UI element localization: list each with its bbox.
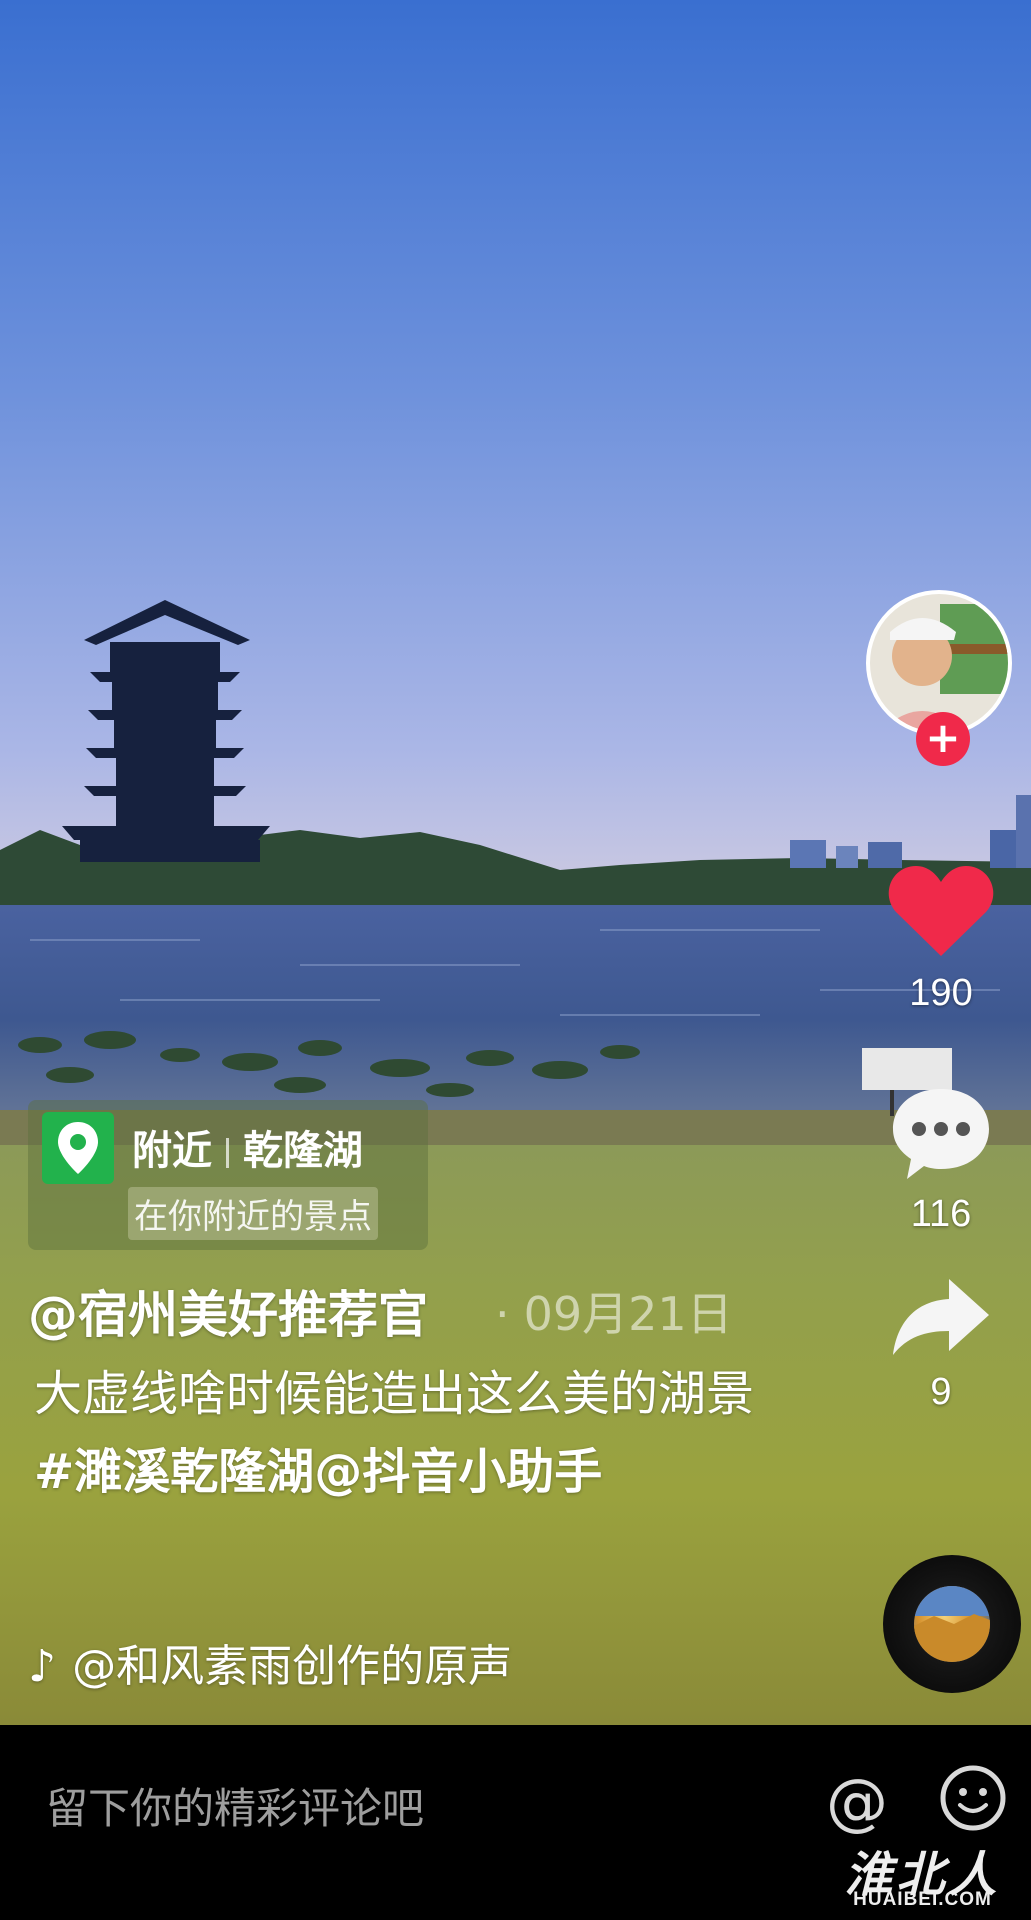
share-count: 9 bbox=[930, 1371, 952, 1413]
like-count: 190 bbox=[909, 972, 973, 1014]
caption-text: 大虚线啥时候能造出这么美的湖景 bbox=[34, 1366, 755, 1422]
site-watermark: 淮北人 HUAIBEI.COM bbox=[820, 1835, 1025, 1915]
poi-tag: 附近 bbox=[132, 1128, 212, 1174]
location-pin-icon bbox=[42, 1112, 114, 1184]
divider bbox=[226, 1138, 229, 1168]
poi-card[interactable]: 附近 乾隆湖 在你附近的景点 bbox=[28, 1100, 428, 1250]
comment-input[interactable]: 留下你的精彩评论吧 bbox=[46, 1775, 424, 1836]
post-date: 09月21日 bbox=[495, 1278, 733, 1344]
poi-title: 附近 乾隆湖 bbox=[132, 1118, 363, 1176]
video-caption: 大虚线啥时候能造出这么美的湖景 #濉溪乾隆湖@抖音小助手 bbox=[34, 1355, 754, 1511]
author-name[interactable]: @宿州美好推荐官 bbox=[28, 1275, 428, 1347]
poi-subtitle: 在你附近的景点 bbox=[128, 1187, 378, 1240]
caption-mention[interactable]: @抖音小助手 bbox=[314, 1444, 602, 1500]
music-note-icon: ♪ bbox=[28, 1641, 57, 1692]
music-disc[interactable] bbox=[883, 1555, 1021, 1693]
share-arrow-icon bbox=[893, 1279, 989, 1355]
watermark-url: HUAIBEI.COM bbox=[853, 1889, 992, 1910]
at-icon[interactable]: @ bbox=[826, 1765, 888, 1838]
music-info[interactable]: ♪ @和风素雨创作的原声 bbox=[28, 1630, 512, 1694]
comment-count: 116 bbox=[910, 1193, 972, 1235]
music-disc-icon bbox=[914, 1586, 990, 1662]
share-button[interactable]: 9 bbox=[866, 1275, 1016, 1414]
emoji-icon[interactable] bbox=[938, 1763, 1008, 1833]
plus-icon: + bbox=[925, 713, 961, 762]
author-avatar[interactable]: + bbox=[866, 590, 1016, 766]
like-button[interactable]: 190 bbox=[866, 860, 1016, 1015]
comment-bar: 留下你的精彩评论吧 @ 淮北人 HUAIBEI.COM bbox=[0, 1725, 1031, 1920]
action-rail: + 190 116 9 bbox=[866, 0, 1031, 1725]
caption-hashtag[interactable]: #濉溪乾隆湖 bbox=[34, 1444, 314, 1500]
music-title: @和风素雨创作的原声 bbox=[72, 1641, 513, 1692]
follow-button[interactable]: + bbox=[916, 712, 970, 766]
heart-icon bbox=[888, 866, 994, 956]
speech-bubble-icon bbox=[893, 1089, 989, 1179]
comment-button[interactable]: 116 bbox=[866, 1085, 1016, 1236]
poi-name: 乾隆湖 bbox=[243, 1128, 363, 1174]
